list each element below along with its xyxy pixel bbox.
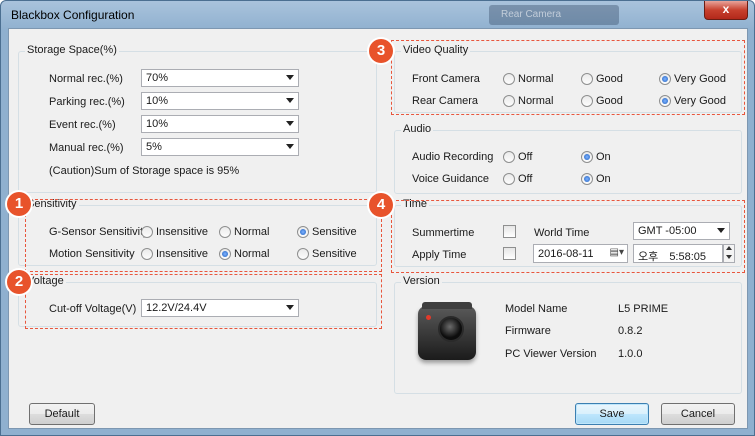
event-rec-label: Event rec.(%) xyxy=(49,119,116,131)
dashcam-mount xyxy=(422,302,472,309)
manual-rec-select[interactable]: 5% xyxy=(141,138,299,156)
audio-recording-on-radio[interactable] xyxy=(581,151,593,163)
window-title: Blackbox Configuration xyxy=(11,8,135,22)
firmware-value: 0.8.2 xyxy=(618,325,643,337)
default-button[interactable]: Default xyxy=(29,403,95,425)
normal-rec-label: Normal rec.(%) xyxy=(49,73,123,85)
pc-viewer-version-value: 1.0.0 xyxy=(618,348,643,360)
audio-recording-label: Audio Recording xyxy=(412,151,494,163)
annotation-badge-1: 1 xyxy=(7,192,31,216)
dialog-client-area: Storage Space(%) Normal rec.(%) 70% Park… xyxy=(7,28,748,429)
manual-rec-value: 5% xyxy=(146,141,162,153)
annotation-box-voltage xyxy=(25,274,382,329)
annotation-badge-4: 4 xyxy=(369,193,393,217)
event-rec-select[interactable]: 10% xyxy=(141,115,299,133)
event-rec-value: 10% xyxy=(146,118,169,130)
audio-recording-off-radio[interactable] xyxy=(503,151,515,163)
annotation-badge-2: 2 xyxy=(7,270,31,294)
annotation-badge-3: 3 xyxy=(369,39,393,63)
normal-rec-select[interactable]: 70% xyxy=(141,69,299,87)
model-name-label: Model Name xyxy=(505,303,568,315)
chevron-down-icon xyxy=(286,144,294,149)
voice-guidance-off-radio[interactable] xyxy=(503,173,515,185)
voice-guidance-off-label: Off xyxy=(518,173,533,185)
audio-group-label: Audio xyxy=(401,123,434,135)
dashcam-image xyxy=(418,302,476,360)
model-name-value: L5 PRIME xyxy=(618,303,669,315)
annotation-box-time xyxy=(391,200,745,273)
voice-guidance-on-label: On xyxy=(596,173,611,185)
dashcam-lens xyxy=(438,316,464,342)
manual-rec-label: Manual rec.(%) xyxy=(49,142,124,154)
parking-rec-value: 10% xyxy=(146,95,169,107)
annotation-box-video-quality xyxy=(391,40,745,115)
normal-rec-value: 70% xyxy=(146,72,169,84)
cancel-button[interactable]: Cancel xyxy=(661,403,735,425)
chevron-down-icon xyxy=(286,98,294,103)
background-window-tab: Rear Camera xyxy=(489,5,619,25)
save-button[interactable]: Save xyxy=(575,403,649,425)
title-bar[interactable]: Blackbox Configuration Rear Camera x xyxy=(1,1,754,29)
audio-recording-on-label: On xyxy=(596,151,611,163)
chevron-down-icon xyxy=(286,121,294,126)
pc-viewer-version-label: PC Viewer Version xyxy=(505,348,597,360)
parking-rec-label: Parking rec.(%) xyxy=(49,96,125,108)
storage-group-label: Storage Space(%) xyxy=(25,44,119,56)
audio-recording-off-label: Off xyxy=(518,151,533,163)
version-group-label: Version xyxy=(401,275,442,287)
voice-guidance-label: Voice Guidance xyxy=(412,173,490,185)
chevron-down-icon xyxy=(286,75,294,80)
configuration-window: Blackbox Configuration Rear Camera x Sto… xyxy=(0,0,755,436)
close-button[interactable]: x xyxy=(704,1,748,20)
annotation-box-sensitivity xyxy=(25,199,382,272)
storage-caution-text: (Caution)Sum of Storage space is 95% xyxy=(49,165,240,177)
firmware-label: Firmware xyxy=(505,325,551,337)
dashcam-led xyxy=(426,315,431,320)
voice-guidance-on-radio[interactable] xyxy=(581,173,593,185)
parking-rec-select[interactable]: 10% xyxy=(141,92,299,110)
